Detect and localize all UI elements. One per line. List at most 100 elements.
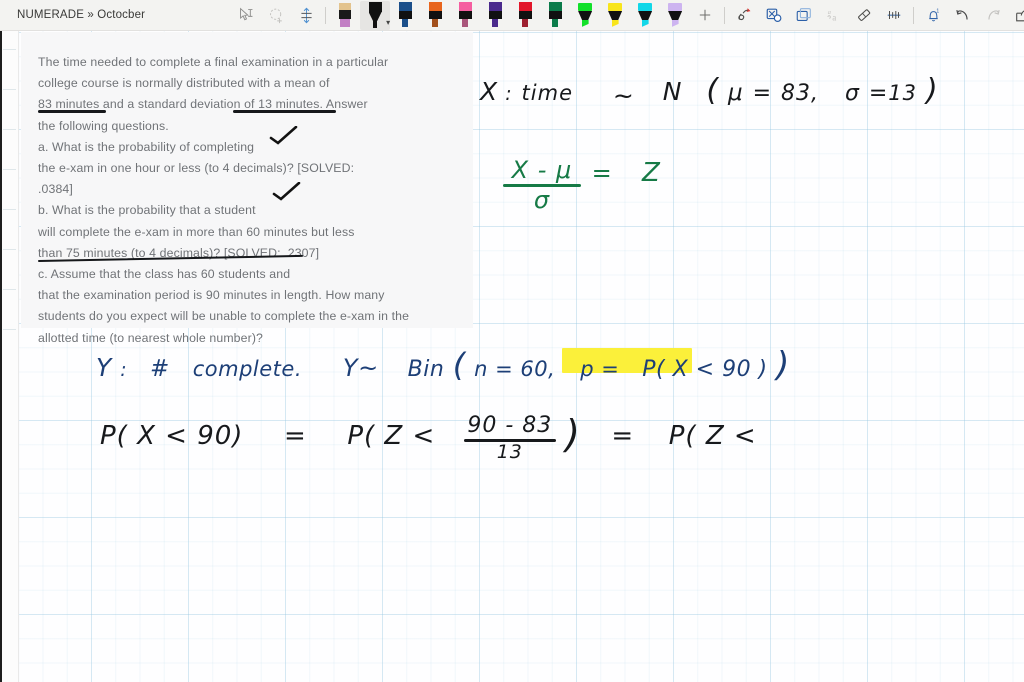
pen-red[interactable] — [510, 1, 540, 30]
question-text-card[interactable]: The time needed to complete a final exam… — [21, 32, 473, 345]
ink-N: N — [662, 77, 683, 106]
ink-colon: : — [505, 83, 513, 105]
ink-X: X — [480, 77, 499, 106]
ink-zscore-formula: X - μ σ = Z — [503, 158, 661, 213]
pen-green[interactable] — [540, 1, 570, 30]
ink-sigma: σ — [844, 81, 860, 106]
highlighter-yellow[interactable] — [600, 1, 630, 30]
ink-p-label: p = — [580, 357, 620, 381]
page-left-edge — [0, 31, 2, 682]
ink-checkmark-a — [269, 126, 299, 146]
ink-sd-value: 13 — [888, 81, 918, 105]
question-line: a. What is the probability of completing — [38, 139, 255, 154]
ruler-icon[interactable] — [879, 1, 909, 30]
undo-icon[interactable] — [948, 1, 978, 30]
notifications-icon[interactable]: 1 — [918, 1, 948, 30]
svg-text:a: a — [832, 12, 836, 22]
document-title: NUMERADE » Octocber — [17, 8, 146, 21]
ink-checkmark-b — [272, 182, 302, 202]
ink-zscore-numerator: X - μ — [511, 156, 573, 184]
ink-mean-value: 83 — [781, 81, 812, 106]
ink-colon-2: : — [120, 359, 128, 381]
ink-zvalue-numerator: 90 - 83 — [467, 412, 553, 438]
ink-paren-close-3: ) — [565, 412, 581, 456]
ink-tilde: ~ — [612, 81, 635, 110]
ink-equals-4: = — [611, 421, 635, 451]
ink-Y-dist: Y~ — [342, 354, 379, 382]
toolbar-divider-2 — [724, 6, 726, 24]
toolbar-divider-3 — [913, 6, 915, 24]
ink-underline-13-minutes — [233, 110, 336, 113]
svg-text:1: 1 — [936, 8, 939, 14]
ink-to-shape-icon[interactable] — [729, 1, 759, 30]
add-pen-button[interactable] — [690, 1, 720, 30]
ink-replay-icon[interactable] — [789, 1, 819, 30]
ink-time: time — [521, 81, 573, 105]
highlighter-green[interactable] — [570, 1, 600, 30]
question-line: that the examination period is 90 minute… — [38, 288, 385, 303]
ink-paren-open-2: ( — [452, 346, 466, 384]
ink-zscore-z: Z — [642, 157, 661, 188]
question-line: the e-xam in one hour or less (to 4 deci… — [38, 161, 355, 176]
select-lasso-icon[interactable] — [231, 1, 261, 30]
ink-n-value: n = 60, — [474, 357, 556, 381]
question-line: will complete the e-xam in more than 60 … — [38, 224, 355, 239]
question-line: college course is normally distributed w… — [38, 76, 330, 91]
draw-toolbar: NUMERADE » Octocber ▾ a a 1 — [0, 0, 1024, 31]
lasso-select-icon[interactable] — [261, 1, 291, 30]
question-line: the following questions. — [38, 118, 169, 133]
ink-bin: Bin — [407, 357, 445, 382]
ink-comma: , — [811, 81, 820, 106]
ink-lhs-probability: P( X < 90) — [100, 421, 244, 451]
page-left-margin — [0, 31, 19, 682]
pen-navy[interactable] — [390, 1, 420, 30]
question-line: .0384] — [38, 182, 73, 197]
ink-paren-open: ( — [706, 73, 720, 108]
pen-purple[interactable] — [480, 1, 510, 30]
ink-underline-83-minutes — [38, 110, 106, 113]
ink-tail-probability: P( Z < — [668, 421, 757, 451]
ink-line-binomial: Y : # complete. Y~ Bin ( n = 60, p = P( … — [96, 345, 790, 385]
ink-hash: # — [150, 356, 170, 382]
redo-icon[interactable] — [978, 1, 1008, 30]
ink-Y: Y — [96, 353, 112, 382]
question-line: than 75 minutes (to 4 decimals)? [SOLVED… — [38, 245, 320, 260]
ink-equals-2: = — [868, 81, 889, 106]
ink-complete: complete — [192, 357, 295, 381]
ink-to-text-icon[interactable]: a a — [819, 1, 849, 30]
ink-equals: = — [752, 81, 773, 106]
ink-to-math-icon[interactable] — [759, 1, 789, 30]
notebook-app: NUMERADE » Octocber ▾ a a 1 The time nee… — [0, 0, 1024, 682]
spacing-icon[interactable] — [291, 1, 321, 30]
ink-paren-close-2: ) — [776, 345, 790, 385]
ink-zvalue-denominator: 13 — [496, 440, 523, 463]
ink-period: . — [294, 357, 303, 381]
pen-black[interactable]: ▾ — [360, 0, 391, 30]
svg-text:a: a — [828, 9, 831, 16]
crayon-tool[interactable] — [330, 1, 360, 30]
ink-paren-close: ) — [925, 73, 939, 108]
highlighter-lavender[interactable] — [660, 1, 690, 30]
question-line: c. Assume that the class has 60 students… — [38, 267, 291, 282]
pen-orange[interactable] — [420, 1, 450, 30]
question-line: students do you expect will be unable to… — [38, 309, 410, 324]
ink-zscore-equals: = — [591, 158, 613, 187]
ink-equals-3: = — [283, 421, 307, 451]
ink-highlighted-probability: P( X < 90 ) — [642, 357, 768, 382]
highlighter-cyan[interactable] — [630, 1, 660, 30]
ink-zscore-denominator: σ — [533, 185, 551, 214]
ink-zvalue-fraction: 90 - 83 13 — [463, 412, 556, 463]
ink-rhs-open: P( Z < — [347, 421, 436, 451]
eraser-icon[interactable] — [849, 1, 879, 30]
pen-pink[interactable] — [450, 1, 480, 30]
toolbar-tools: ▾ a a 1 — [231, 0, 1024, 31]
ink-zscore-fraction: X - μ σ — [503, 158, 581, 213]
ink-line-distribution: X : time ~ N ( μ = 83, σ =13 ) — [480, 73, 939, 110]
share-icon[interactable] — [1008, 1, 1024, 30]
question-text-body: The time needed to complete a final exam… — [21, 32, 473, 349]
question-line: b. What is the probability that a studen… — [38, 203, 256, 218]
ink-line-zcalc: P( X < 90) = P( Z < 90 - 83 13 ) = P( Z … — [100, 409, 757, 463]
ink-mu: μ — [728, 80, 744, 106]
toolbar-divider — [325, 6, 327, 24]
question-line: The time needed to complete a final exam… — [38, 55, 389, 69]
